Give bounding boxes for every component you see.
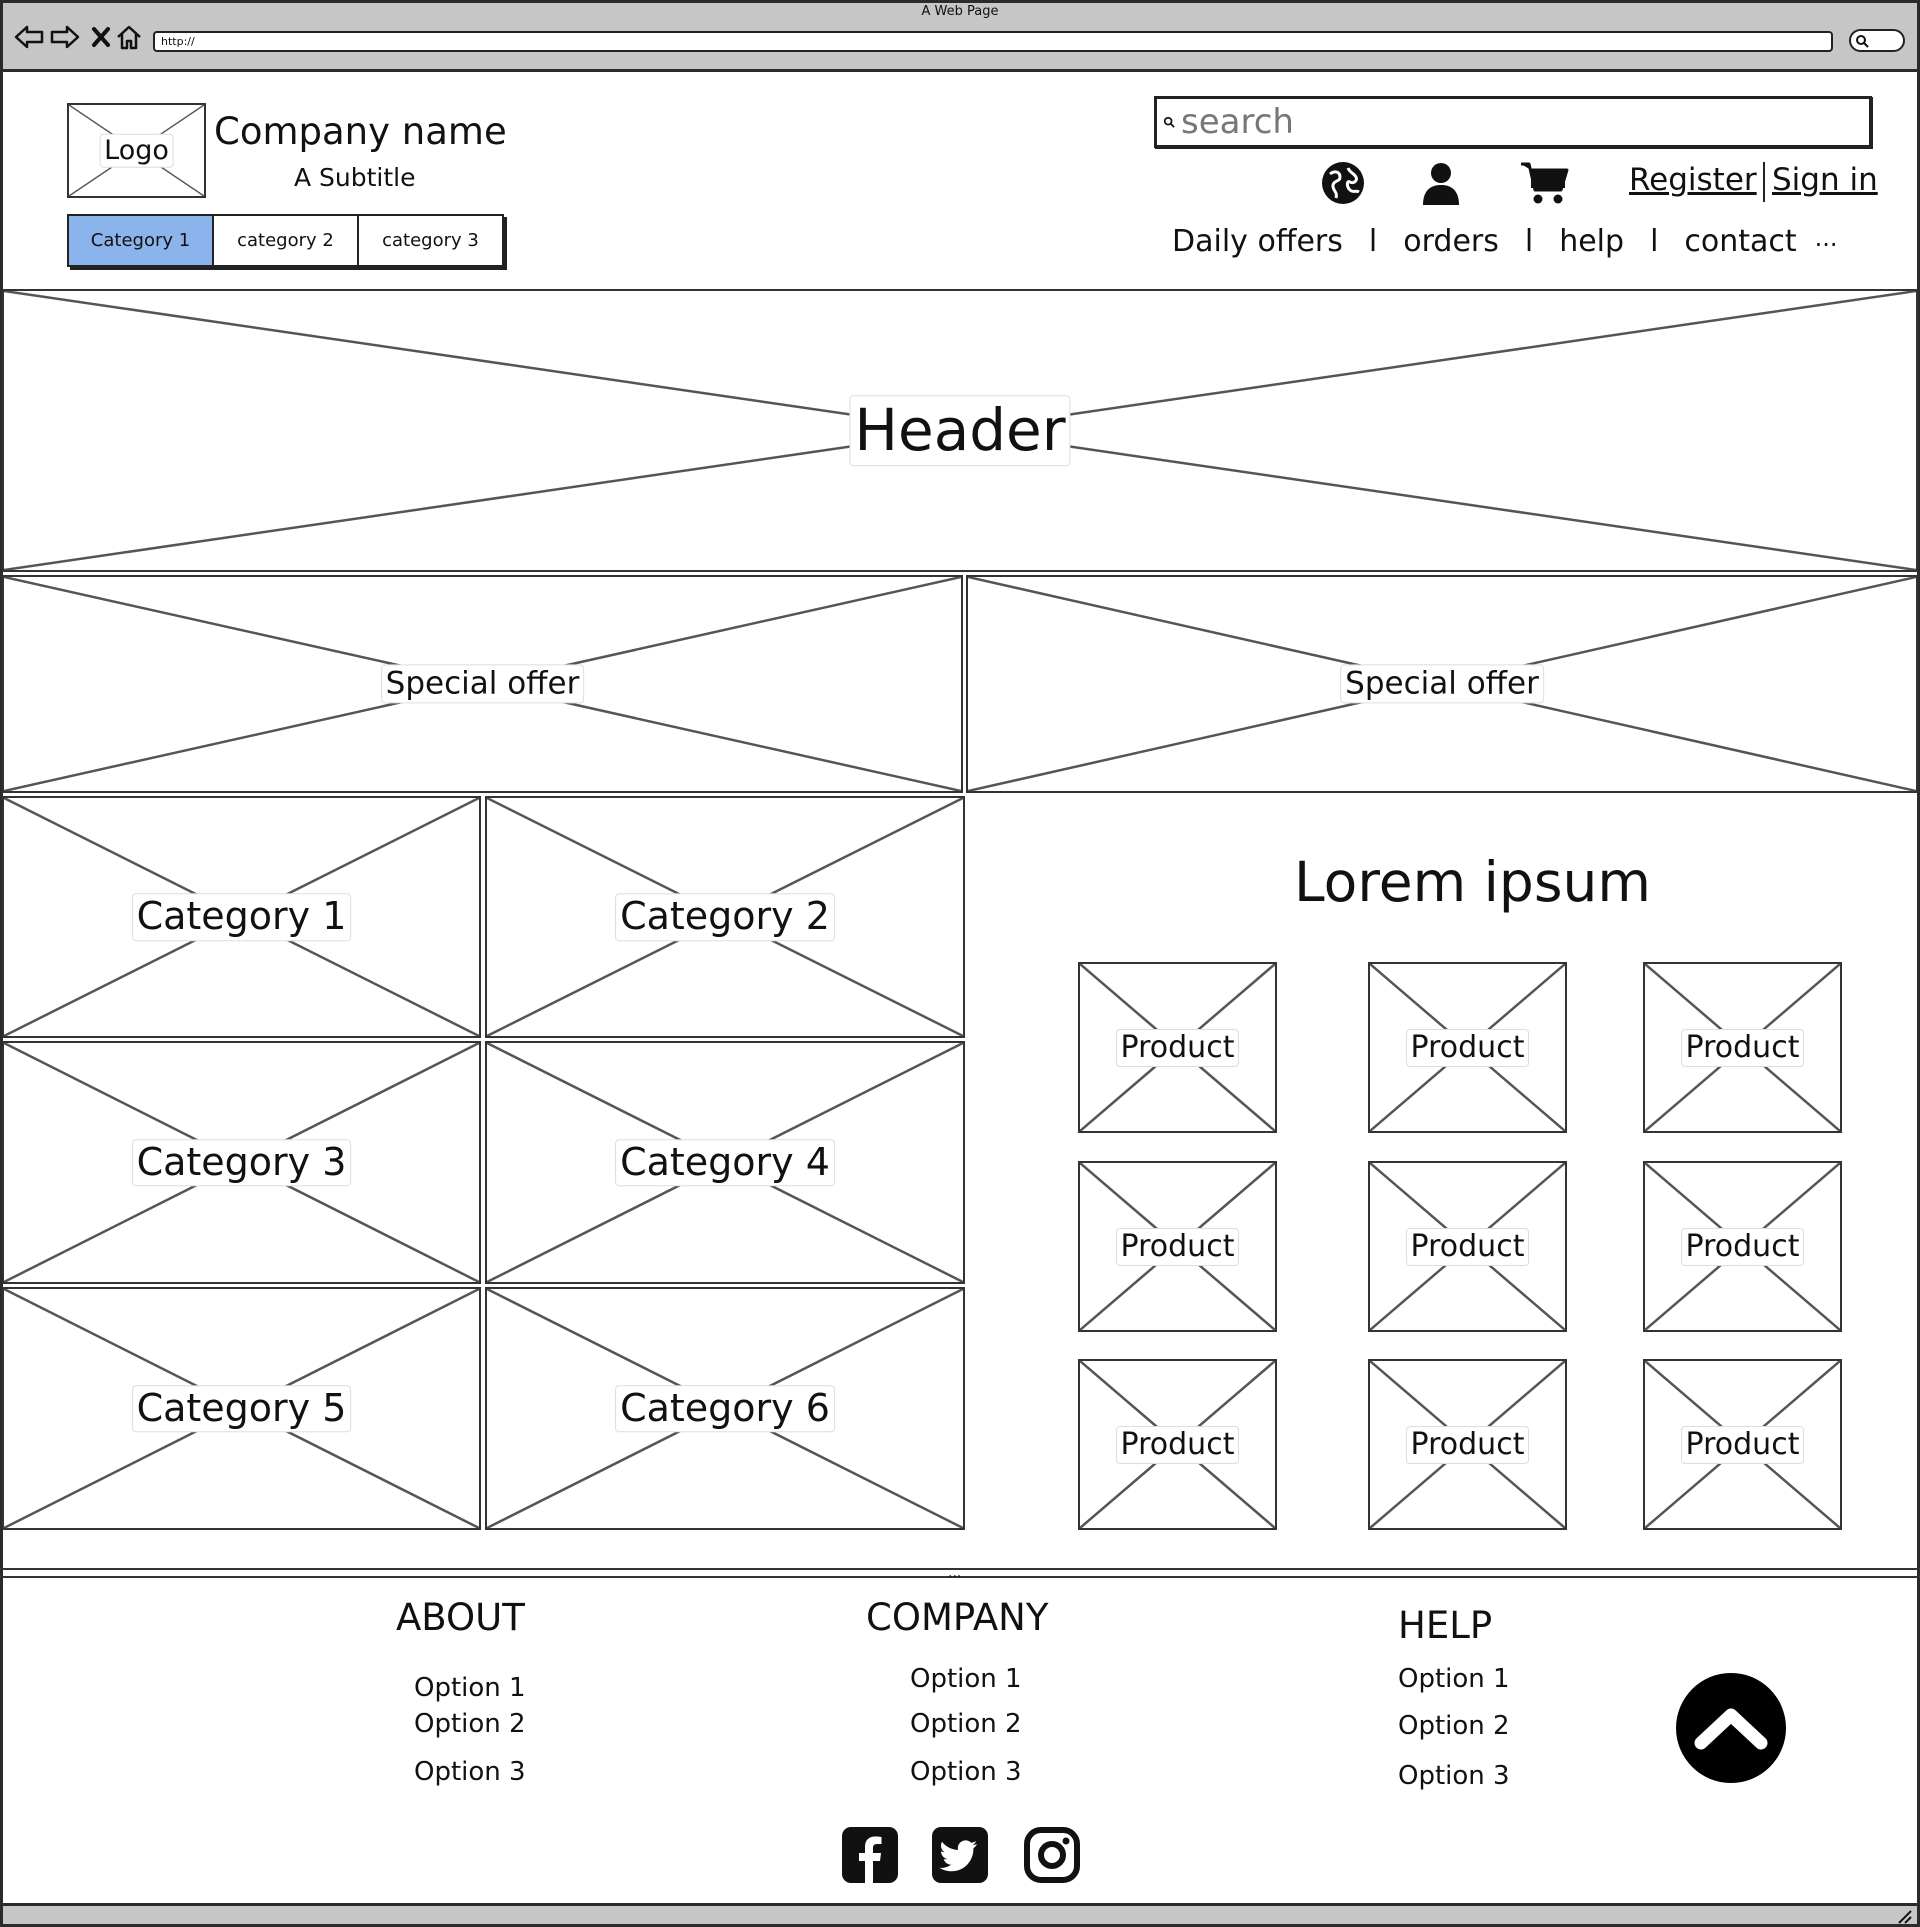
product-card[interactable]: Product [1643,1161,1842,1332]
product-label: Product [1405,1227,1530,1266]
product-card[interactable]: Product [1368,962,1567,1133]
link-divider [1763,162,1765,202]
tab-category-3[interactable]: category 3 [359,216,502,265]
globe-icon[interactable] [1320,160,1366,206]
cart-icon[interactable] [1519,160,1569,206]
product-label: Product [1680,1227,1805,1266]
footer-link[interactable]: Option 1 [1398,1664,1510,1694]
product-card[interactable]: Product [1078,1161,1277,1332]
nav-separator: l [1524,224,1534,259]
category-tile[interactable]: Category 6 [485,1287,965,1530]
status-bar [0,1903,1920,1927]
forward-arrow-icon[interactable] [48,20,82,54]
top-nav: Daily offers l orders l help l contact .… [1172,224,1838,259]
product-label: Product [1405,1028,1530,1067]
nav-contact[interactable]: contact [1684,224,1796,259]
browser-search-field[interactable] [1849,29,1905,52]
nav-orders[interactable]: orders [1403,224,1499,259]
category-tile[interactable]: Category 4 [485,1041,965,1284]
product-label: Product [1115,1028,1240,1067]
subtitle: A Subtitle [294,163,416,192]
section-title: Lorem ipsum [1294,850,1651,914]
category-tile-label: Category 3 [131,1138,352,1187]
category-tile[interactable]: Category 3 [2,1041,481,1284]
product-card[interactable]: Product [1078,962,1277,1133]
category-tile[interactable]: Category 2 [485,796,965,1038]
category-tile-label: Category 6 [615,1384,835,1433]
product-label: Product [1405,1425,1530,1464]
back-arrow-icon[interactable] [12,20,46,54]
search-icon [1856,35,1869,48]
footer-link[interactable]: Option 3 [910,1757,1022,1787]
footer-link[interactable]: Option 2 [910,1709,1022,1739]
category-tile[interactable]: Category 1 [2,796,481,1038]
nav-more[interactable]: ... [1815,224,1838,259]
url-bar[interactable]: http:// [153,31,1833,52]
footer-heading-help: HELP [1398,1604,1493,1647]
product-card[interactable]: Product [1368,1359,1567,1530]
category-tile-label: Category 1 [131,893,352,941]
chevron-up-icon [1694,1708,1768,1750]
footer-link[interactable]: Option 3 [414,1757,526,1787]
special-offer-banner[interactable]: Special offer [2,575,963,793]
product-label: Product [1115,1227,1240,1266]
company-name: Company name [214,110,507,153]
footer-heading-company: COMPANY [866,1596,1049,1639]
back-to-top-button[interactable] [1676,1673,1786,1783]
footer-link[interactable]: Option 2 [1398,1711,1510,1741]
search-placeholder: search [1181,102,1294,142]
logo-label: Logo [99,133,174,168]
sign-in-link[interactable]: Sign in [1772,162,1878,198]
category-tile-label: Category 5 [131,1384,352,1433]
special-offer-label: Special offer [380,664,585,704]
hero-label: Header [849,394,1071,467]
twitter-icon[interactable] [932,1827,988,1883]
category-tile[interactable]: Category 5 [2,1287,481,1530]
resize-handle-icon[interactable] [1895,1907,1913,1925]
product-card[interactable]: Product [1368,1161,1567,1332]
footer-link[interactable]: Option 1 [414,1673,526,1703]
facebook-icon[interactable] [842,1827,898,1883]
home-icon[interactable] [112,20,146,54]
product-card[interactable]: Product [1643,1359,1842,1530]
product-card[interactable]: Product [1078,1359,1277,1530]
footer-link[interactable]: Option 2 [414,1709,526,1739]
search-input[interactable]: search [1154,96,1872,148]
product-label: Product [1115,1425,1240,1464]
tab-category-1[interactable]: Category 1 [69,216,214,265]
resize-grip[interactable]: ... [948,1565,961,1581]
category-tabs: Category 1 category 2 category 3 [67,214,504,267]
footer-link[interactable]: Option 1 [910,1664,1022,1694]
footer-heading-about: ABOUT [396,1596,525,1639]
footer-link[interactable]: Option 3 [1398,1761,1510,1791]
nav-separator: l [1650,224,1659,259]
special-offer-banner[interactable]: Special offer [966,575,1918,793]
search-icon [1163,116,1175,128]
window-title: A Web Page [921,4,999,19]
product-label: Product [1680,1425,1805,1464]
hero-header-image: Header [2,289,1918,572]
tab-category-2[interactable]: category 2 [214,216,359,265]
instagram-icon[interactable] [1024,1827,1080,1883]
logo[interactable]: Logo [67,103,206,198]
nav-separator: l [1368,224,1378,259]
nav-help[interactable]: help [1559,224,1624,259]
category-tile-label: Category 4 [615,1138,835,1187]
product-card[interactable]: Product [1643,962,1842,1133]
category-tile-label: Category 2 [615,893,835,941]
user-icon[interactable] [1418,160,1464,206]
register-link[interactable]: Register [1629,162,1757,198]
product-label: Product [1680,1028,1805,1067]
nav-daily-offers[interactable]: Daily offers [1172,224,1343,259]
special-offer-label: Special offer [1340,664,1544,704]
